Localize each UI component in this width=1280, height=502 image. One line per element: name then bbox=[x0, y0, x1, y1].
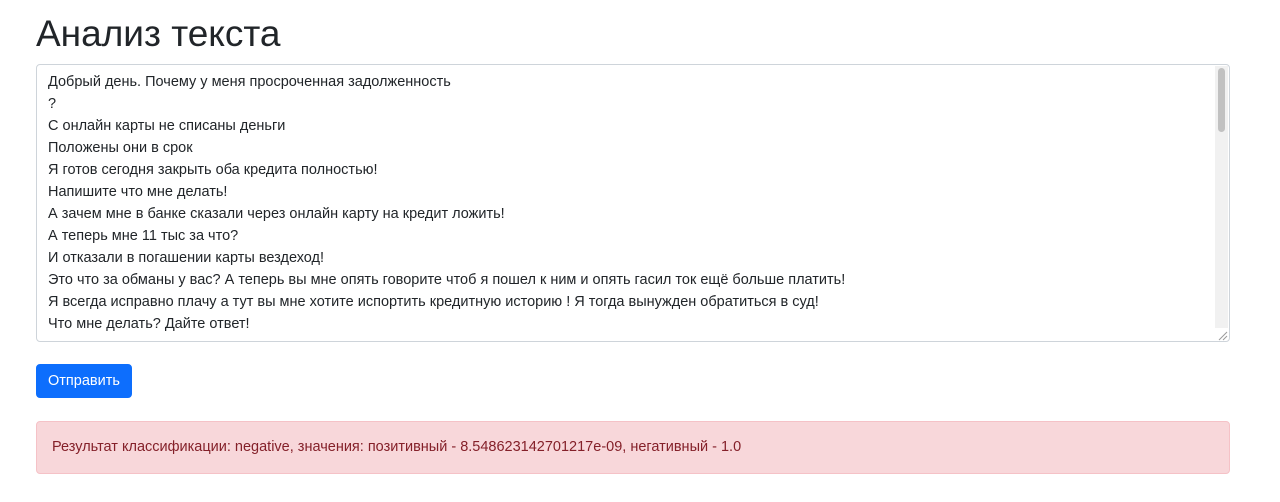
text-line: Положены они в срок bbox=[48, 140, 193, 156]
text-line: А зачем мне в банке сказали через онлайн… bbox=[48, 206, 505, 222]
text-line: ? bbox=[48, 96, 57, 112]
text-line: И отказали в погашении карты вездеход! bbox=[48, 250, 325, 266]
text-line: Добрый день. Почему у меня просроченная … bbox=[48, 74, 451, 90]
vertical-scrollbar[interactable] bbox=[1215, 66, 1228, 328]
text-line: Напишите что мне делать! bbox=[48, 184, 228, 200]
page-title: Анализ текста bbox=[36, 13, 281, 54]
text-line: Я всегда исправно плачу а тут вы мне хот… bbox=[48, 294, 819, 310]
text-line: С онлайн карты не списаны деньги bbox=[48, 118, 286, 134]
submit-button[interactable]: Отправить bbox=[36, 364, 132, 398]
classification-result-alert: Результат классификации: negative, значе… bbox=[36, 421, 1230, 474]
text-input-content[interactable]: Добрый день. Почему у меня просроченная … bbox=[48, 71, 1209, 335]
text-input-area[interactable]: Добрый день. Почему у меня просроченная … bbox=[36, 64, 1230, 342]
text-line: Я готов сегодня закрыть оба кредита полн… bbox=[48, 162, 378, 178]
scrollbar-thumb[interactable] bbox=[1218, 68, 1225, 132]
resize-handle-icon[interactable] bbox=[1216, 328, 1228, 341]
text-line: Что мне делать? Дайте ответ! bbox=[48, 316, 250, 332]
text-line: А теперь мне 11 тыс за что? bbox=[48, 228, 239, 244]
text-line: Это что за обманы у вас? А теперь вы мне… bbox=[48, 272, 846, 288]
